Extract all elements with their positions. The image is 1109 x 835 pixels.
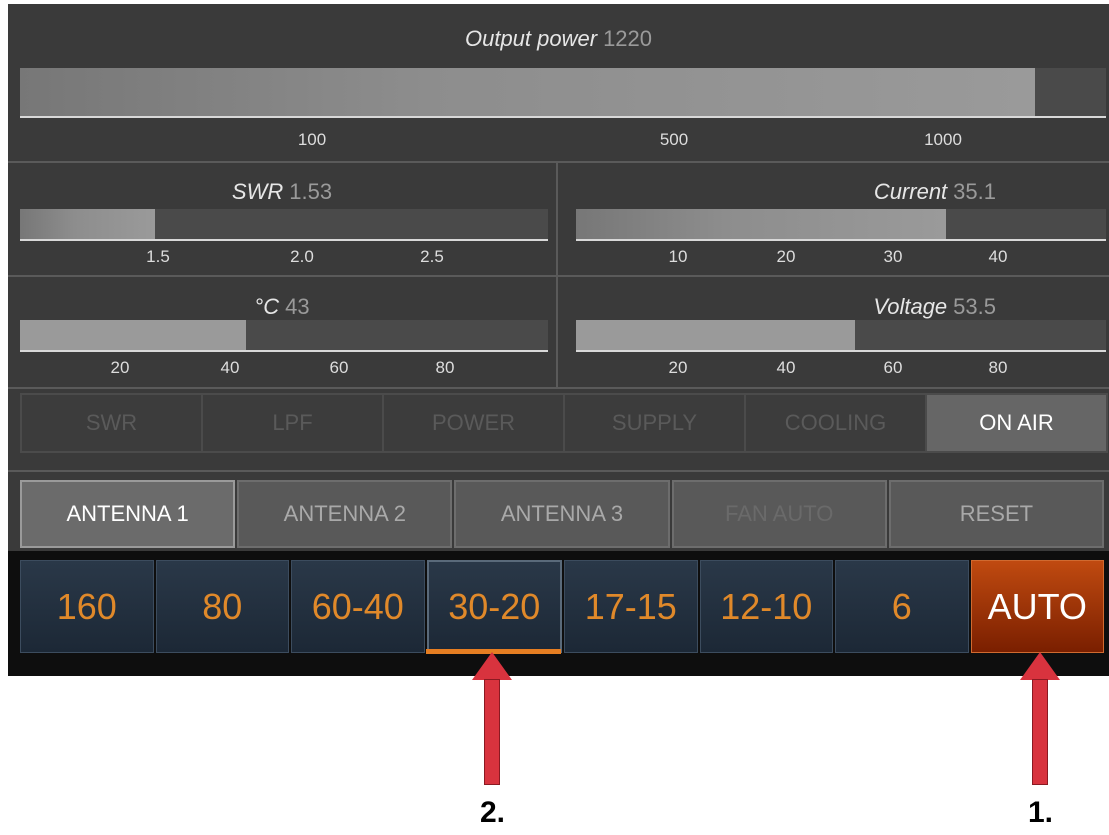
voltage-tick: 80 (988, 358, 1008, 377)
temperature-axis (20, 350, 548, 352)
band-auto-button[interactable]: AUTO (970, 560, 1104, 653)
temperature-fill (20, 320, 246, 350)
voltage-label: Voltage (873, 294, 948, 319)
temperature-tick: 20 (110, 358, 130, 377)
current-tick: 10 (668, 247, 688, 266)
output-power-axis (20, 116, 1106, 118)
voltage-tick: 40 (776, 358, 796, 377)
band-selector: 160 80 60-40 30-20 17-15 12-10 6 AUTO (20, 560, 1106, 653)
arrow-shaft (484, 679, 500, 785)
voltage-fill (576, 320, 855, 350)
band-30-20-button[interactable]: 30-20 (426, 560, 562, 653)
callout-1: 1. (1028, 796, 1054, 829)
output-power-tick: 1000 (924, 130, 962, 149)
antenna-1-button[interactable]: ANTENNA 1 (20, 480, 236, 548)
status-power: POWER (382, 393, 565, 453)
arrow-up-icon (472, 652, 512, 680)
swr-axis (20, 239, 548, 241)
arrow-shaft (1032, 679, 1048, 785)
voltage-axis (576, 350, 1106, 352)
status-cooling: COOLING (744, 393, 927, 453)
fan-auto-button[interactable]: FAN AUTO (671, 480, 887, 548)
callout-2: 2. (480, 796, 506, 829)
output-power-meter (20, 68, 1106, 116)
current-label: Current (873, 179, 948, 204)
output-power-tick: 500 (659, 130, 689, 149)
swr-tick: 2.5 (420, 247, 444, 266)
antenna-2-button[interactable]: ANTENNA 2 (237, 480, 453, 548)
output-power-value: 1220 (603, 26, 653, 51)
swr-meter (20, 209, 548, 239)
current-axis (576, 239, 1106, 241)
output-power-fill (20, 68, 1035, 116)
swr-label: SWR (231, 179, 284, 204)
amplifier-screen: Output power 1220 100 500 1000 SWR 1.53 1.… (8, 4, 1109, 676)
output-power-title: Output power 1220 (8, 26, 1109, 52)
divider (8, 275, 1109, 277)
swr-tick: 2.0 (290, 247, 314, 266)
band-6-button[interactable]: 6 (835, 560, 969, 653)
current-fill (576, 209, 946, 239)
status-indicators: SWR LPF POWER SUPPLY COOLING ON AIR (20, 393, 1108, 453)
antenna-3-button[interactable]: ANTENNA 3 (454, 480, 670, 548)
current-tick: 40 (988, 247, 1008, 266)
temperature-tick: 80 (435, 358, 455, 377)
swr-title: SWR 1.53 (8, 179, 556, 205)
output-power-tick: 100 (297, 130, 327, 149)
temperature-value: 43 (285, 294, 310, 319)
control-buttons: ANTENNA 1 ANTENNA 2 ANTENNA 3 FAN AUTO R… (20, 480, 1106, 548)
output-power-label: Output power (464, 26, 598, 51)
temperature-label: °C (254, 294, 280, 319)
divider (8, 387, 1109, 389)
swr-tick: 1.5 (146, 247, 170, 266)
arrow-up-icon (1020, 652, 1060, 680)
current-tick: 30 (883, 247, 903, 266)
status-supply: SUPPLY (563, 393, 746, 453)
divider (8, 470, 1109, 472)
voltage-meter (576, 320, 1106, 350)
current-tick: 20 (776, 247, 796, 266)
band-12-10-button[interactable]: 12-10 (699, 560, 833, 653)
voltage-tick: 60 (883, 358, 903, 377)
voltage-tick: 20 (668, 358, 688, 377)
band-80-button[interactable]: 80 (155, 560, 289, 653)
divider (8, 161, 1109, 163)
band-60-40-button[interactable]: 60-40 (291, 560, 425, 653)
band-17-15-button[interactable]: 17-15 (564, 560, 698, 653)
temperature-tick: 60 (329, 358, 349, 377)
voltage-value: 53.5 (953, 294, 996, 319)
swr-fill (20, 209, 155, 239)
temperature-meter (20, 320, 548, 350)
temperature-tick: 40 (220, 358, 240, 377)
band-160-button[interactable]: 160 (20, 560, 154, 653)
swr-value: 1.53 (289, 179, 333, 204)
status-lpf: LPF (201, 393, 384, 453)
status-swr: SWR (20, 393, 203, 453)
reset-button[interactable]: RESET (888, 480, 1105, 548)
status-on-air: ON AIR (925, 393, 1108, 453)
current-value: 35.1 (953, 179, 996, 204)
current-meter (576, 209, 1106, 239)
temperature-title: °C 43 (8, 294, 556, 320)
